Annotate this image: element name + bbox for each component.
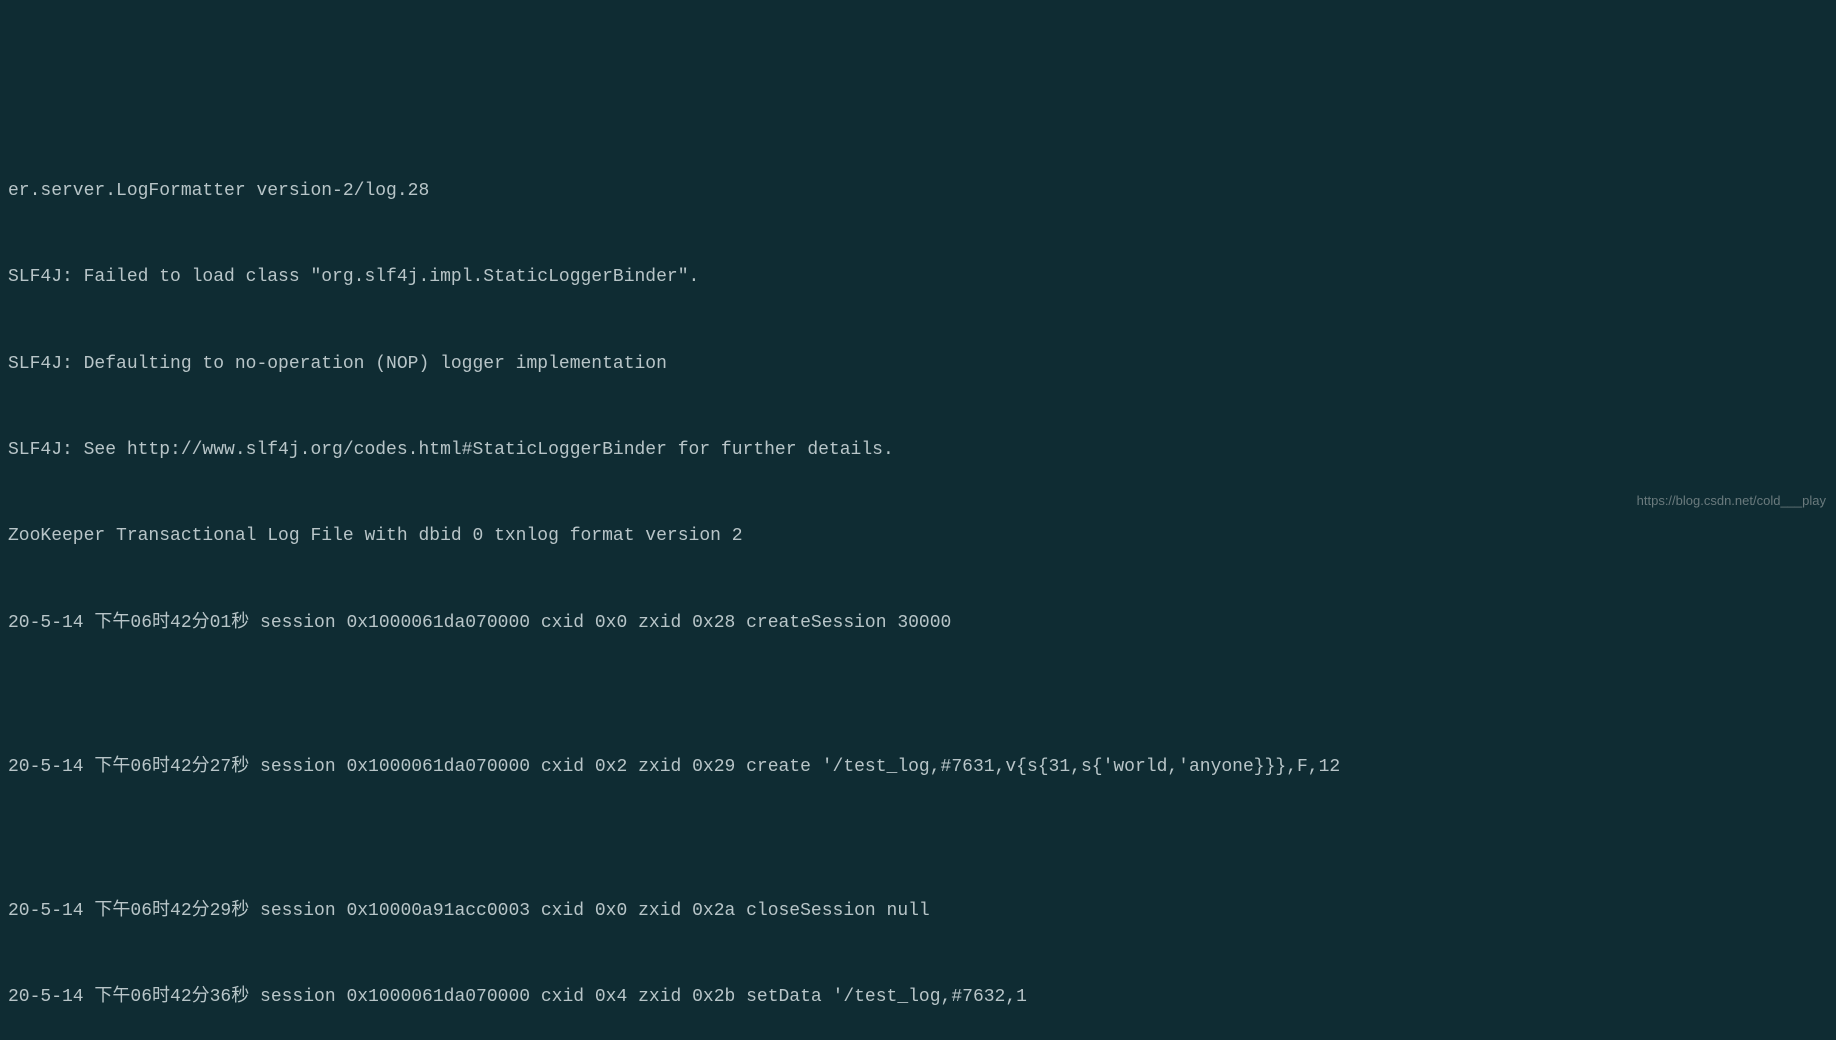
log-line: er.server.LogFormatter version-2/log.28 xyxy=(8,177,1828,206)
log-line: SLF4J: See http://www.slf4j.org/codes.ht… xyxy=(8,436,1828,465)
log-line: SLF4J: Defaulting to no-operation (NOP) … xyxy=(8,350,1828,379)
log-line: 20-5-14 下午06时42分01秒 session 0x1000061da0… xyxy=(8,609,1828,638)
watermark-text: https://blog.csdn.net/cold___play xyxy=(1637,491,1826,512)
log-line: SLF4J: Failed to load class "org.slf4j.i… xyxy=(8,263,1828,292)
log-line: ZooKeeper Transactional Log File with db… xyxy=(8,522,1828,551)
log-line: 20-5-14 下午06时42分36秒 session 0x1000061da0… xyxy=(8,983,1828,1012)
terminal-output: er.server.LogFormatter version-2/log.28 … xyxy=(8,119,1828,1040)
log-line: 20-5-14 下午06时42分29秒 session 0x10000a91ac… xyxy=(8,897,1828,926)
log-line: 20-5-14 下午06时42分27秒 session 0x1000061da0… xyxy=(8,753,1828,782)
